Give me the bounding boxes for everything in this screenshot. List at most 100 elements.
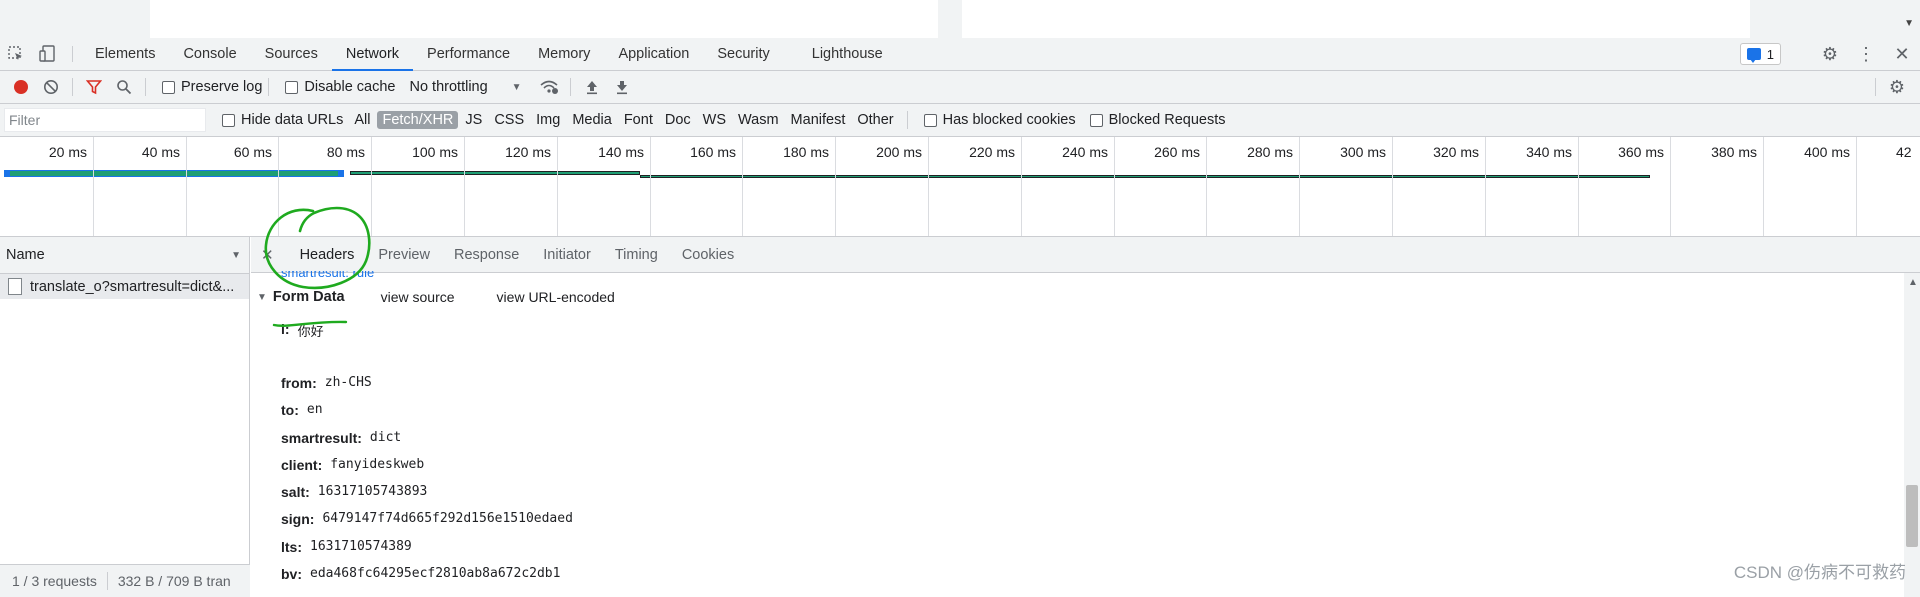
record-icon (14, 80, 28, 94)
resource-type-filters: All Fetch/XHR JS CSS Img Media Font Doc WS Wasm Ma… (349, 111, 898, 129)
checkbox-box[interactable] (923, 113, 937, 127)
form-field-key: client: (281, 457, 323, 473)
tab-console[interactable]: Console (169, 38, 250, 70)
filter-placeholder: Filter (9, 112, 41, 128)
form-field-key: bv: (281, 566, 302, 582)
details-tab-preview[interactable]: Preview (366, 247, 442, 263)
more-options-icon[interactable]: ⋮ (1848, 44, 1884, 65)
timeline-tick-label: 340 ms (1526, 144, 1572, 160)
name-column-header[interactable]: Name ▼ (0, 237, 249, 274)
form-field-value: 你好 (297, 325, 324, 340)
scroll-down-arrow-icon[interactable]: ▼ (1904, 18, 1914, 29)
filter-type-media[interactable]: Media (567, 111, 617, 129)
filter-type-doc[interactable]: Doc (660, 111, 696, 129)
filter-type-img[interactable]: Img (531, 111, 565, 129)
blocked-requests-label: Blocked Requests (1108, 112, 1226, 128)
timeline-tick-label: 300 ms (1340, 144, 1386, 160)
filter-type-manifest[interactable]: Manifest (786, 111, 851, 129)
watermark: CSDN @伤病不可救药 (1733, 563, 1906, 582)
filter-type-other[interactable]: Other (852, 111, 898, 129)
search-icon[interactable] (109, 71, 139, 104)
checkbox-box[interactable] (162, 80, 175, 94)
details-tab-response[interactable]: Response (442, 247, 531, 263)
form-field-row: from: zh-CHS (281, 375, 372, 391)
checkbox-box[interactable] (222, 113, 235, 127)
checkbox-box[interactable] (1089, 113, 1103, 127)
network-settings-gear-icon[interactable]: ⚙ (1882, 71, 1912, 104)
timeline-gridline (464, 137, 465, 236)
clear-icon[interactable] (36, 71, 66, 104)
disable-cache-checkbox[interactable]: Disable cache (285, 79, 395, 95)
tab-sources[interactable]: Sources (251, 38, 332, 70)
view-url-encoded-link[interactable]: view URL-encoded (497, 289, 615, 305)
network-overview-timeline[interactable]: 20 ms 40 ms 60 ms 80 ms 100 ms 120 ms 140 ms 16… (0, 137, 1920, 237)
timeline-tick-label: 220 ms (969, 144, 1015, 160)
throttling-select[interactable]: No throttling ▼ (409, 79, 521, 95)
inspect-element-icon[interactable] (0, 38, 32, 70)
details-tab-timing[interactable]: Timing (603, 247, 670, 263)
filter-type-ws[interactable]: WS (698, 111, 731, 129)
close-icon[interactable]: ✕ (1884, 44, 1920, 65)
device-toolbar-icon[interactable] (32, 38, 64, 70)
tab-lighthouse[interactable]: Lighthouse (798, 38, 897, 70)
preserve-log-checkbox[interactable]: Preserve log (162, 79, 262, 95)
tab-performance[interactable]: Performance (413, 38, 524, 70)
blocked-requests-checkbox[interactable]: Blocked Requests (1089, 112, 1226, 128)
tab-security[interactable]: Security (703, 38, 783, 70)
details-tab-initiator[interactable]: Initiator (531, 247, 603, 263)
form-data-section-header[interactable]: ▼ Form Data view source view URL-encoded (257, 289, 615, 305)
form-field-value: fanyideskweb (330, 457, 425, 472)
collapse-triangle-icon[interactable]: ▼ (257, 292, 267, 303)
tab-network[interactable]: Network (331, 38, 414, 71)
has-blocked-cookies-checkbox[interactable]: Has blocked cookies (923, 112, 1076, 128)
timeline-tick-label: 400 ms (1804, 144, 1850, 160)
throttling-value: No throttling (409, 79, 488, 95)
checkbox-box[interactable] (285, 80, 299, 94)
form-field-key: to: (281, 402, 299, 418)
form-field-row: i: 你好 (281, 321, 324, 340)
filter-type-css[interactable]: CSS (489, 111, 529, 129)
network-conditions-wifi-icon[interactable] (534, 71, 564, 104)
chevron-down-icon: ▼ (511, 81, 522, 93)
view-source-link[interactable]: view source (381, 289, 455, 305)
timeline-gridline (1856, 137, 1857, 236)
filter-type-all[interactable]: All (349, 111, 375, 129)
filter-input[interactable]: Filter (4, 108, 206, 132)
tab-application[interactable]: Application (604, 38, 703, 70)
close-details-icon[interactable]: ✕ (259, 246, 276, 264)
form-field-row: client: fanyideskweb (281, 457, 424, 473)
timeline-gridline (93, 137, 94, 236)
form-field-row: lts: 1631710574389 (281, 539, 412, 555)
request-list: Name ▼ translate_o?smartresult=dict&... … (0, 237, 250, 597)
timeline-tick-label: 280 ms (1247, 144, 1293, 160)
filter-bar: Filter Hide data URLs All Fetch/XHR JS CSS I… (0, 104, 1920, 137)
scroll-up-arrow-icon[interactable]: ▲ (1908, 277, 1918, 288)
filter-type-wasm[interactable]: Wasm (733, 111, 784, 129)
filter-type-js[interactable]: JS (460, 111, 487, 129)
record-button[interactable] (6, 71, 36, 104)
scrollbar-thumb[interactable] (1906, 485, 1918, 547)
tab-elements[interactable]: Elements (81, 38, 169, 70)
hide-data-urls-checkbox[interactable]: Hide data URLs (222, 112, 343, 128)
details-scrollbar[interactable]: ▲ (1904, 273, 1920, 597)
request-row[interactable]: translate_o?smartresult=dict&... (0, 274, 249, 299)
filter-type-fetchxhr[interactable]: Fetch/XHR (377, 111, 459, 129)
timeline-tick-label: 140 ms (598, 144, 644, 160)
divider (906, 111, 908, 129)
timeline-tick-label: 120 ms (505, 144, 551, 160)
form-field-key: sign: (281, 511, 315, 527)
filter-type-font[interactable]: Font (619, 111, 658, 129)
settings-gear-icon[interactable]: ⚙ (1812, 44, 1848, 65)
form-field-value: en (306, 402, 323, 417)
disable-cache-label: Disable cache (304, 79, 396, 95)
import-har-upload-icon[interactable] (577, 71, 607, 104)
export-har-download-icon[interactable] (607, 71, 637, 104)
issues-button[interactable]: 1 (1739, 43, 1781, 65)
request-bar (640, 175, 1650, 178)
tab-memory[interactable]: Memory (524, 38, 604, 70)
details-tab-headers[interactable]: Headers (288, 247, 367, 263)
form-field-key: i: (281, 321, 290, 337)
filter-funnel-icon[interactable] (79, 71, 109, 104)
divider (569, 78, 571, 96)
details-tab-cookies[interactable]: Cookies (670, 247, 746, 263)
